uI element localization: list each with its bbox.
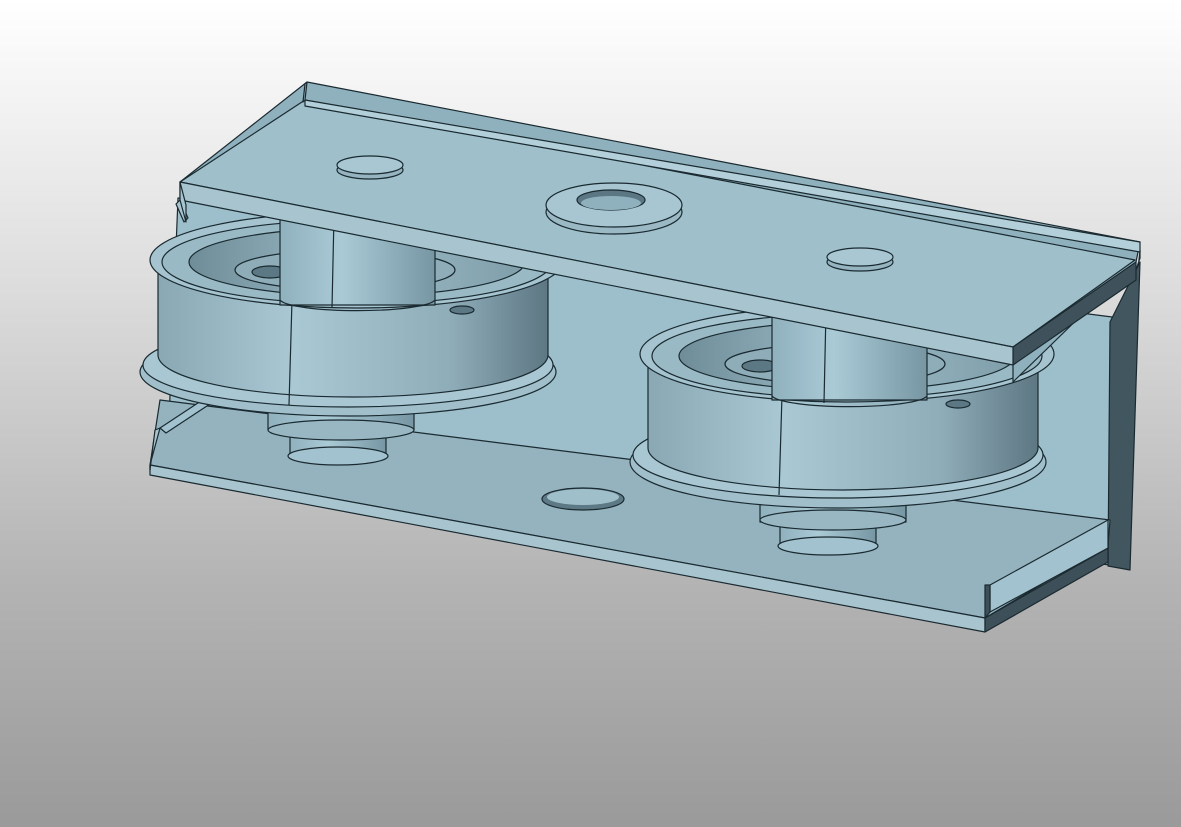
- bottom-hole: [541, 487, 625, 511]
- top-stud-right: [826, 247, 894, 272]
- top-stud-left: [336, 155, 404, 180]
- top-center-boss: [545, 182, 683, 235]
- 3d-viewport[interactable]: [0, 0, 1181, 827]
- model-canvas[interactable]: [0, 0, 1181, 827]
